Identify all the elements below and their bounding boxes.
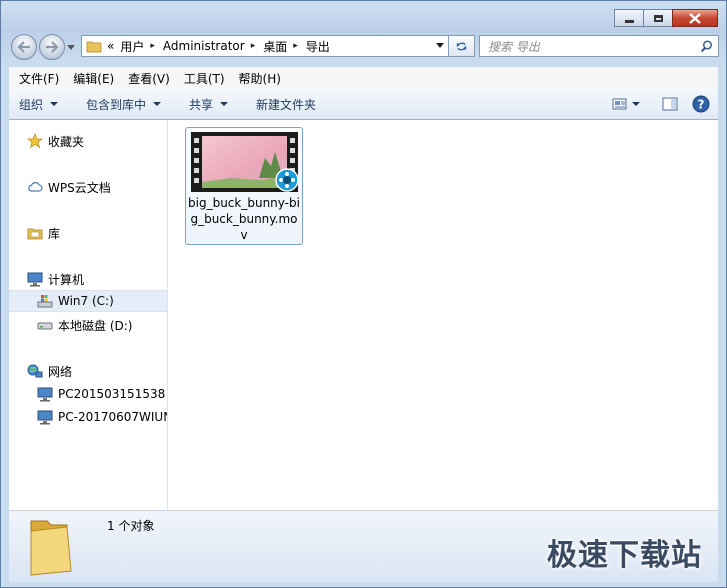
navigation-pane: 收藏夹 WPS云文档 库 计算机 Win7 (C:) 本地磁盘 (D:) 网络 … [9,120,168,510]
nav-computer[interactable]: 计算机 [27,268,185,290]
refresh-icon [456,42,467,50]
include-in-library-button[interactable]: 包含到库中 [86,96,162,113]
nav-network[interactable]: 网络 [27,360,185,382]
caption-buttons [614,9,718,27]
nav-libraries-label: 库 [48,226,61,241]
nav-pc2[interactable]: PC-20170607WIUN [37,406,167,428]
nav-drive-c-label: Win7 (C:) [58,294,114,308]
menu-bar: 文件(F) 编辑(E) 查看(V) 工具(T) 帮助(H) [9,67,718,90]
network-icon [27,364,43,378]
search-icon[interactable] [700,40,713,53]
breadcrumb-separator[interactable]: ▸ [293,41,298,51]
nav-libraries[interactable]: 库 [27,222,185,244]
breadcrumb-desktop[interactable]: 桌面 [263,38,287,55]
nav-favorites[interactable]: 收藏夹 [27,130,185,152]
back-arrow-icon [17,41,30,53]
close-icon [689,12,701,24]
watermark-text: 极速下载站 [547,538,702,573]
search-box[interactable]: 搜索 导出 [479,35,719,57]
menu-view[interactable]: 查看(V) [128,70,170,87]
breadcrumb-separator[interactable]: ▸ [251,41,256,51]
back-button[interactable] [11,34,37,60]
nav-pc1-label: PC201503151538 [58,387,166,401]
close-button[interactable] [672,9,718,27]
nav-computer-label: 计算机 [48,272,85,287]
nav-pc1[interactable]: PC201503151538 [37,383,195,405]
address-overflow-chevron[interactable]: « [107,39,114,53]
details-pane: 1 个对象 极速下载站 [9,510,718,582]
star-icon [27,133,43,149]
file-name: big_buck_bunny-big_buck_bunny.mov [188,196,300,242]
dropdown-arrow-icon [153,102,162,106]
change-view-icon[interactable] [612,97,628,111]
video-thumbnail-icon [191,132,298,192]
breadcrumb-administrator[interactable]: Administrator [163,39,245,53]
forward-arrow-icon [46,41,59,53]
nav-favorites-label: 收藏夹 [48,134,85,149]
recent-pages-dropdown-icon[interactable] [67,45,75,51]
organize-button[interactable]: 组织 [19,96,59,113]
library-icon [27,228,43,240]
computer-icon [37,387,53,402]
breadcrumb-separator[interactable]: ▸ [150,41,155,51]
help-icon[interactable]: ? [692,95,710,113]
maximize-button[interactable] [643,9,673,27]
nav-network-label: 网络 [48,364,73,379]
menu-help[interactable]: 帮助(H) [239,70,281,87]
nav-wps-cloud[interactable]: WPS云文档 [27,176,185,198]
preview-pane-icon[interactable] [662,97,678,111]
system-drive-icon [37,295,53,308]
dropdown-arrow-icon [50,102,59,106]
breadcrumb-users[interactable]: 用户 [120,38,144,55]
nav-wps-cloud-label: WPS云文档 [48,180,111,195]
svg-text:?: ? [698,98,705,112]
new-folder-button[interactable]: 新建文件夹 [256,96,316,113]
computer-icon [27,272,43,287]
refresh-button[interactable] [449,35,475,57]
computer-icon [37,410,53,425]
minimize-button[interactable] [614,9,644,27]
folder-icon [86,41,102,52]
include-in-library-label: 包含到库中 [86,97,147,112]
share-button[interactable]: 共享 [189,96,229,113]
nav-drive-d[interactable]: 本地磁盘 (D:) [37,314,195,336]
address-bar[interactable]: « 用户 ▸ Administrator ▸ 桌面 ▸ 导出 [81,35,449,57]
forward-button[interactable] [39,34,65,60]
command-bar: 组织 包含到库中 共享 新建文件夹 ? [9,89,718,120]
explorer-window: « 用户 ▸ Administrator ▸ 桌面 ▸ 导出 搜索 导出 文件(… [0,0,727,588]
folder-large-icon [30,520,72,576]
nav-pc2-label: PC-20170607WIUN [58,410,167,424]
breadcrumb-export[interactable]: 导出 [306,38,330,55]
navigation-bar: « 用户 ▸ Administrator ▸ 桌面 ▸ 导出 搜索 导出 [9,34,719,60]
menu-edit[interactable]: 编辑(E) [73,70,114,87]
organize-label: 组织 [19,97,44,112]
drive-icon [37,322,53,330]
new-folder-label: 新建文件夹 [256,97,317,112]
address-dropdown-icon[interactable] [436,43,444,48]
menu-tools[interactable]: 工具(T) [184,70,225,87]
cloud-icon [28,182,43,192]
dropdown-arrow-icon [220,102,229,106]
view-options-arrow-icon[interactable] [632,102,640,106]
object-count: 1 个对象 [107,519,155,533]
search-placeholder: 搜索 导出 [488,39,540,54]
share-label: 共享 [189,97,214,112]
menu-file[interactable]: 文件(F) [19,70,59,87]
file-item[interactable]: big_buck_bunny-big_buck_bunny.mov [185,127,303,245]
nav-drive-c[interactable]: Win7 (C:) [9,290,167,312]
content-area: 收藏夹 WPS云文档 库 计算机 Win7 (C:) 本地磁盘 (D:) 网络 … [9,120,718,510]
nav-drive-d-label: 本地磁盘 (D:) [58,318,133,333]
